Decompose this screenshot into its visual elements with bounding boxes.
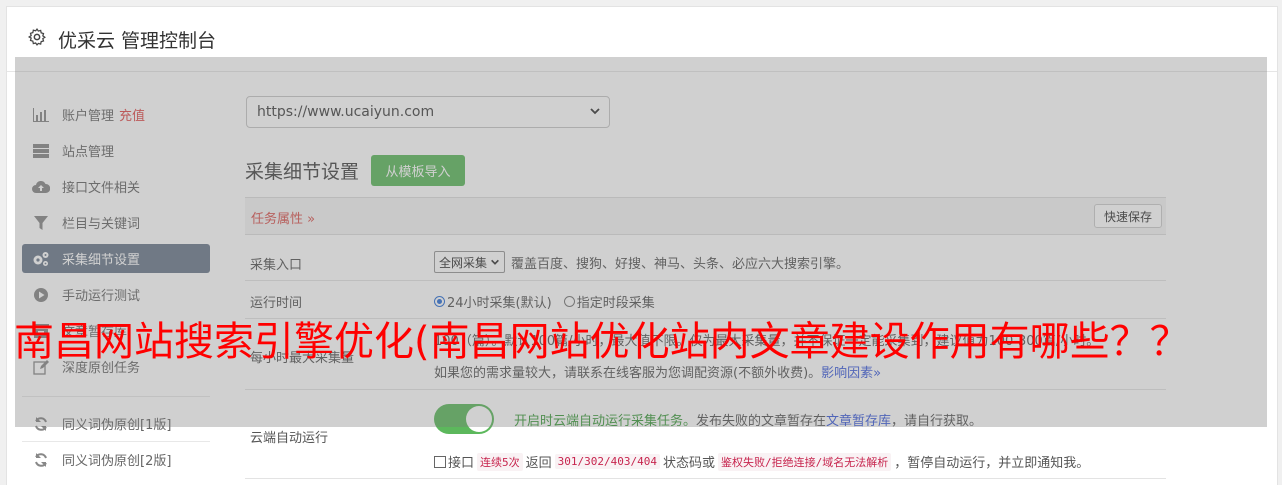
sidebar-item-synonym-v2[interactable]: 同义词伪原创[2版] bbox=[22, 445, 210, 474]
mid-text: 状态码或 bbox=[663, 456, 716, 471]
image-overlay bbox=[15, 57, 1267, 427]
sidebar-item-label: 同义词伪原创[2版] bbox=[62, 454, 172, 469]
cloud-label: 云端自动运行 bbox=[250, 431, 329, 446]
code-tag: 301/302/403/404 bbox=[554, 454, 660, 469]
mid-text: 返回 bbox=[525, 456, 552, 471]
pause-checkbox[interactable] bbox=[434, 455, 446, 468]
refresh-icon bbox=[32, 451, 50, 469]
gear-icon bbox=[27, 28, 46, 46]
page-title: 优采云 管理控制台 bbox=[58, 30, 217, 52]
code-tag: 连续5次 bbox=[477, 452, 523, 471]
code-tag: 鉴权失败/拒绝连接/域名无法解析 bbox=[718, 452, 892, 471]
cloud-check-row: 接口 连续5次 返回 301/302/403/404 状态码或 鉴权失败/拒绝连… bbox=[434, 452, 1089, 471]
tail-text: ，暂停自动运行，并立即通知我。 bbox=[894, 456, 1090, 471]
watermark-text: 南昌网站搜索引擎优化(南昌网站优化站内文章建设作用有哪些？？ bbox=[14, 319, 1190, 365]
chk-prefix: 接口 bbox=[448, 456, 475, 471]
sidebar-divider bbox=[22, 441, 210, 442]
row-divider bbox=[245, 478, 1166, 479]
